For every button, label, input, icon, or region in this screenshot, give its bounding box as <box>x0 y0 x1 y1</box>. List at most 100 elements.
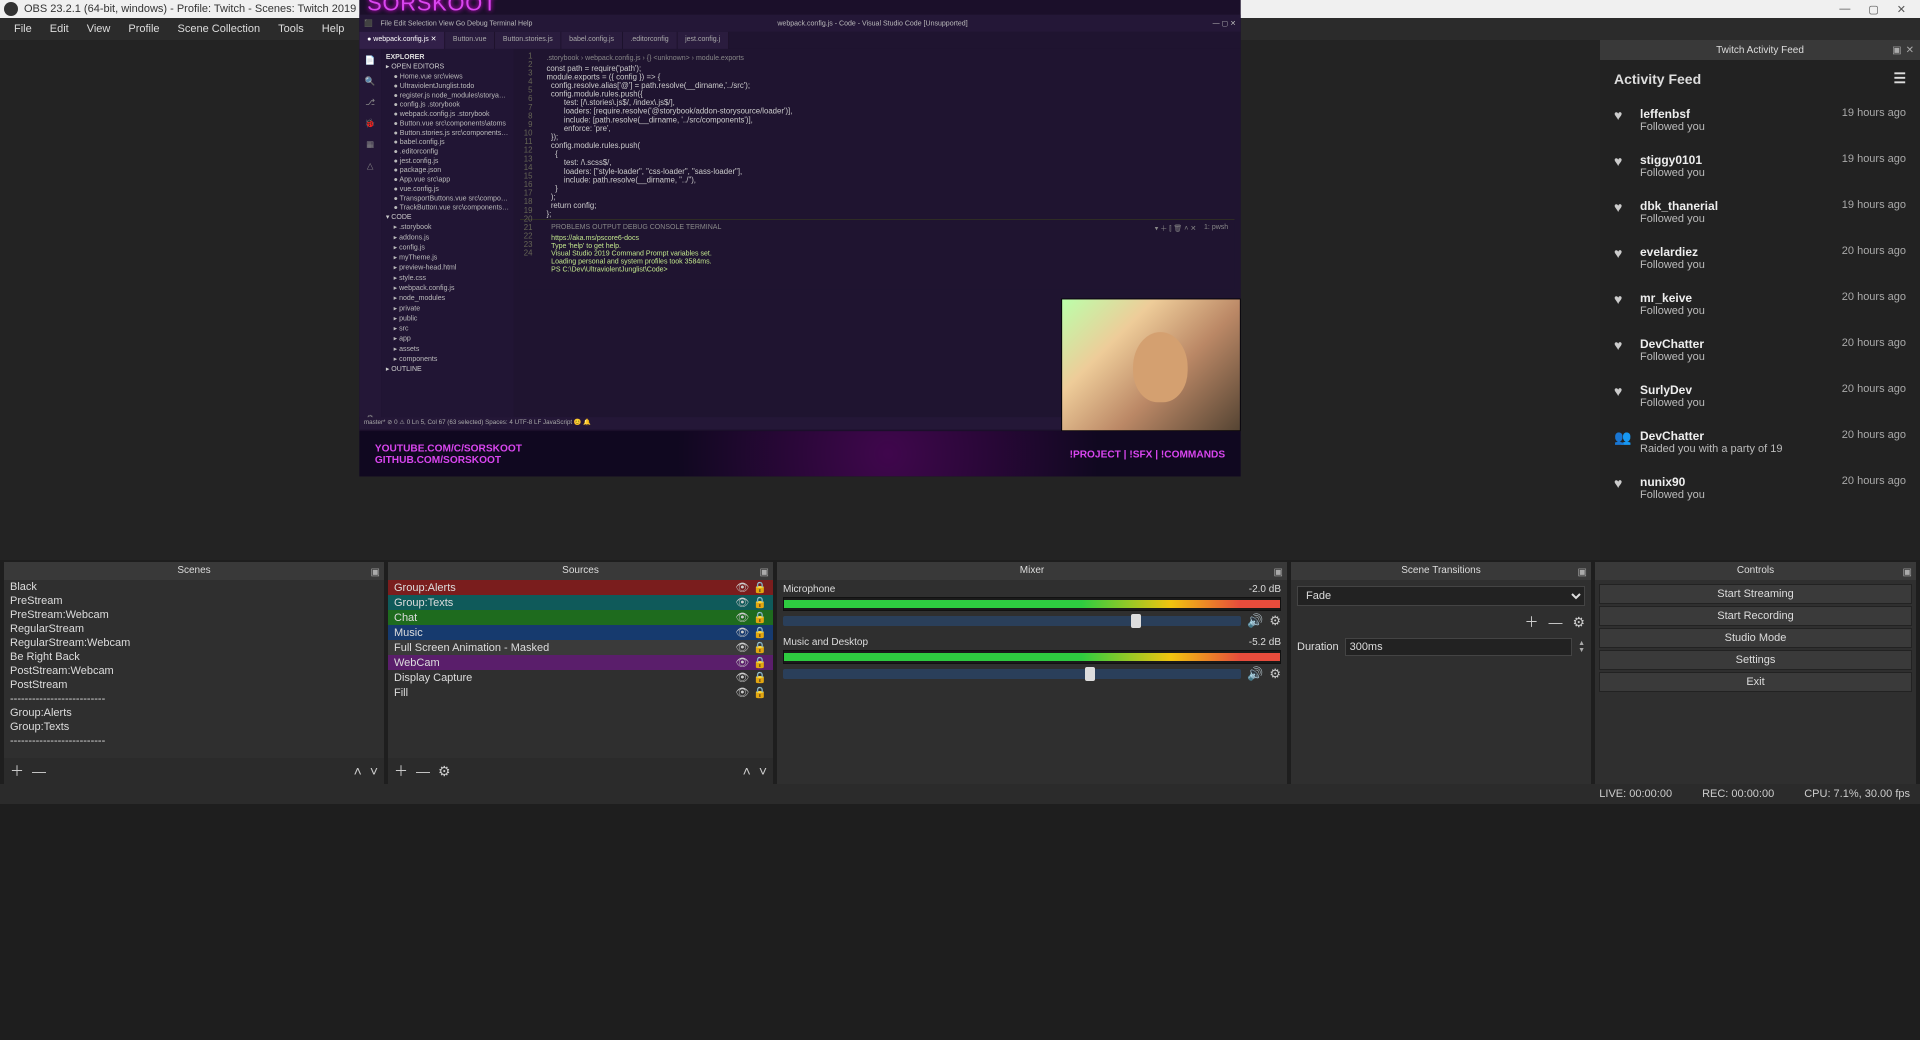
menu-view[interactable]: View <box>79 20 119 38</box>
feed-item[interactable]: ♥dbk_thanerialFollowed you19 hours ago <box>1600 189 1920 235</box>
transition-settings-icon[interactable]: ⚙ <box>1572 614 1585 631</box>
feed-time: 20 hours ago <box>1842 245 1906 271</box>
source-settings-icon[interactable]: ⚙ <box>438 763 451 780</box>
preview-area[interactable]: SORSKOOT ⬛ File Edit Selection View Go D… <box>0 40 1600 560</box>
source-down-icon[interactable]: ˅ <box>759 763 767 779</box>
scene-item[interactable]: -------------------------- <box>4 734 384 748</box>
feed-action: Followed you <box>1640 259 1832 271</box>
scene-item[interactable]: RegularStream <box>4 622 384 636</box>
source-remove-icon[interactable]: — <box>416 763 430 779</box>
scene-item[interactable]: Be Right Back <box>4 650 384 664</box>
feed-item[interactable]: ♥leffenbsfFollowed you19 hours ago <box>1600 97 1920 143</box>
source-visibility-icon[interactable]: 👁 <box>735 626 749 639</box>
mixer-slider[interactable] <box>783 616 1241 626</box>
source-visibility-icon[interactable]: 👁 <box>735 596 749 609</box>
source-item[interactable]: Full Screen Animation - Masked👁🔒 <box>388 640 773 655</box>
menu-profile[interactable]: Profile <box>120 20 167 38</box>
scene-item[interactable]: Black <box>4 580 384 594</box>
source-item[interactable]: WebCam👁🔒 <box>388 655 773 670</box>
source-up-icon[interactable]: ˄ <box>743 763 751 779</box>
source-lock-icon[interactable]: 🔒 <box>753 641 767 654</box>
duration-down-icon[interactable]: ▼ <box>1578 647 1585 654</box>
mixer-slider[interactable] <box>783 669 1241 679</box>
feed-heart-icon: 👥 <box>1614 429 1630 455</box>
menu-file[interactable]: File <box>6 20 40 38</box>
scene-item[interactable]: PostStream:Webcam <box>4 664 384 678</box>
source-visibility-icon[interactable]: 👁 <box>735 671 749 684</box>
scene-remove-icon[interactable]: — <box>32 763 46 779</box>
scene-item[interactable]: PostStream <box>4 678 384 692</box>
scene-add-icon[interactable]: ＋ <box>10 761 24 781</box>
source-add-icon[interactable]: ＋ <box>394 761 408 781</box>
minimize-icon[interactable]: — <box>1839 3 1850 16</box>
control-studio-mode[interactable]: Studio Mode <box>1599 628 1912 648</box>
scene-item[interactable]: PreStream <box>4 594 384 608</box>
status-bar: LIVE: 00:00:00 REC: 00:00:00 CPU: 7.1%, … <box>0 784 1920 804</box>
scenes-popout-icon[interactable]: ▣ <box>371 564 380 582</box>
source-lock-icon[interactable]: 🔒 <box>753 581 767 594</box>
sources-list[interactable]: Group:Alerts👁🔒Group:Texts👁🔒Chat👁🔒Music👁🔒… <box>388 580 773 758</box>
scene-item[interactable]: Group:Texts <box>4 720 384 734</box>
scene-down-icon[interactable]: ˅ <box>370 763 378 779</box>
scene-item[interactable]: Group:Alerts <box>4 706 384 720</box>
menu-edit[interactable]: Edit <box>42 20 77 38</box>
mixer-mute-icon[interactable]: 🔊 <box>1247 666 1263 682</box>
source-visibility-icon[interactable]: 👁 <box>735 686 749 699</box>
source-visibility-icon[interactable]: 👁 <box>735 581 749 594</box>
menu-scene-collection[interactable]: Scene Collection <box>170 20 269 38</box>
source-visibility-icon[interactable]: 👁 <box>735 656 749 669</box>
source-lock-icon[interactable]: 🔒 <box>753 686 767 699</box>
scene-item[interactable]: PreStream:Webcam <box>4 608 384 622</box>
source-item[interactable]: Group:Texts👁🔒 <box>388 595 773 610</box>
source-lock-icon[interactable]: 🔒 <box>753 611 767 624</box>
source-lock-icon[interactable]: 🔒 <box>753 596 767 609</box>
scene-item[interactable]: RegularStream:Webcam <box>4 636 384 650</box>
menu-help[interactable]: Help <box>314 20 353 38</box>
scene-item[interactable]: -------------------------- <box>4 692 384 706</box>
scenes-list[interactable]: BlackPreStreamPreStream:WebcamRegularStr… <box>4 580 384 758</box>
stream-banner: YOUTUBE.COM/C/SORSKOOT GITHUB.COM/SORSKO… <box>359 431 1240 476</box>
feed-heart-icon: ♥ <box>1614 291 1630 317</box>
mixer-settings-icon[interactable]: ⚙ <box>1269 613 1281 629</box>
scenes-title: Scenes <box>177 565 210 576</box>
scene-up-icon[interactable]: ˄ <box>354 763 362 779</box>
source-item[interactable]: Chat👁🔒 <box>388 610 773 625</box>
transition-remove-icon[interactable]: — <box>1548 614 1562 630</box>
sources-popout-icon[interactable]: ▣ <box>760 564 769 582</box>
mixer-settings-icon[interactable]: ⚙ <box>1269 666 1281 682</box>
source-lock-icon[interactable]: 🔒 <box>753 671 767 684</box>
feed-item[interactable]: 👥DevChatterRaided you with a party of 19… <box>1600 419 1920 465</box>
source-item[interactable]: Display Capture👁🔒 <box>388 670 773 685</box>
feed-item[interactable]: ♥DevChatterFollowed you20 hours ago <box>1600 327 1920 373</box>
source-lock-icon[interactable]: 🔒 <box>753 656 767 669</box>
source-visibility-icon[interactable]: 👁 <box>735 611 749 624</box>
feed-item[interactable]: ♥evelardiezFollowed you20 hours ago <box>1600 235 1920 281</box>
source-item[interactable]: Group:Alerts👁🔒 <box>388 580 773 595</box>
source-lock-icon[interactable]: 🔒 <box>753 626 767 639</box>
maximize-icon[interactable]: ▢ <box>1868 3 1878 16</box>
source-item[interactable]: Fill👁🔒 <box>388 685 773 700</box>
transition-add-icon[interactable]: ＋ <box>1524 612 1538 632</box>
control-exit[interactable]: Exit <box>1599 672 1912 692</box>
close-icon[interactable]: ✕ <box>1897 3 1906 16</box>
mixer-popout-icon[interactable]: ▣ <box>1274 564 1283 582</box>
dock-popout-icon[interactable]: ▣ <box>1892 45 1901 56</box>
feed-item[interactable]: ♥stiggy0101Followed you19 hours ago <box>1600 143 1920 189</box>
feed-item[interactable]: ♥SurlyDevFollowed you20 hours ago <box>1600 373 1920 419</box>
menu-tools[interactable]: Tools <box>270 20 312 38</box>
controls-popout-icon[interactable]: ▣ <box>1903 564 1912 582</box>
mixer-mute-icon[interactable]: 🔊 <box>1247 613 1263 629</box>
feed-item[interactable]: ♥mr_keiveFollowed you20 hours ago <box>1600 281 1920 327</box>
duration-up-icon[interactable]: ▲ <box>1578 640 1585 647</box>
dock-close-icon[interactable]: ✕ <box>1906 45 1914 56</box>
source-visibility-icon[interactable]: 👁 <box>735 641 749 654</box>
transition-select[interactable]: Fade <box>1297 586 1585 606</box>
control-start-streaming[interactable]: Start Streaming <box>1599 584 1912 604</box>
control-start-recording[interactable]: Start Recording <box>1599 606 1912 626</box>
control-settings[interactable]: Settings <box>1599 650 1912 670</box>
feed-item[interactable]: ♥nunix90Followed you20 hours ago <box>1600 465 1920 511</box>
source-item[interactable]: Music👁🔒 <box>388 625 773 640</box>
duration-input[interactable] <box>1345 638 1572 656</box>
feed-settings-icon[interactable]: ☰ <box>1893 70 1906 87</box>
transitions-popout-icon[interactable]: ▣ <box>1578 564 1587 582</box>
